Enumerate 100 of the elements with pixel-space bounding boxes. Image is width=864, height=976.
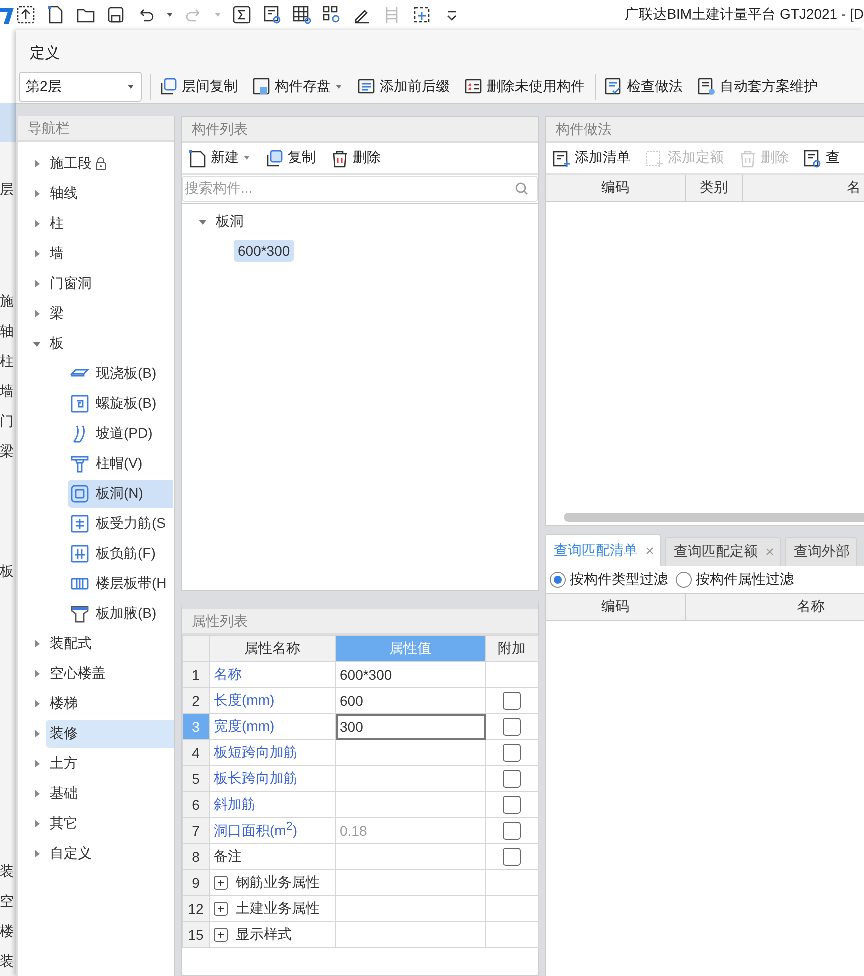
tree-node[interactable]: 600*300 <box>234 240 294 262</box>
expand-arrow-icon[interactable] <box>32 729 42 739</box>
checkbox[interactable] <box>503 692 521 710</box>
nav-item[interactable]: 板负筋(F) <box>68 540 173 568</box>
radio-button[interactable] <box>550 572 566 588</box>
radio-option[interactable]: 按构件属性过滤 <box>676 570 794 588</box>
property-name: 洞口面积(m$^{2}$) <box>210 818 336 844</box>
nav-item[interactable]: 柱帽(V) <box>68 450 173 478</box>
expand-arrow-icon[interactable] <box>32 789 42 799</box>
plus-box-icon[interactable] <box>214 902 228 916</box>
row-number: 1 <box>182 662 210 688</box>
plus-box-icon[interactable] <box>214 876 228 890</box>
toolbar-button[interactable]: 检查做法 <box>602 74 685 98</box>
toolbar-button[interactable]: 层间复制 <box>157 74 240 98</box>
toolbar-button[interactable]: 构件存盘 <box>250 74 345 98</box>
nav-item[interactable]: 其它 <box>46 810 82 838</box>
nav-item[interactable]: 板受力筋(S <box>68 510 173 538</box>
nav-item[interactable]: 柱 <box>46 210 68 238</box>
checkbox[interactable] <box>503 796 521 814</box>
nav-item[interactable]: 楼梯 <box>46 690 82 718</box>
column-header: 类别 <box>686 175 743 201</box>
nav-item[interactable]: 坡道(PD) <box>68 420 173 448</box>
close-icon[interactable] <box>766 548 774 556</box>
expand-arrow-icon[interactable] <box>32 249 42 259</box>
radio-button[interactable] <box>676 572 692 588</box>
property-value: 600*300 <box>336 662 486 688</box>
checkbox[interactable] <box>503 770 521 788</box>
new-file-icon <box>188 148 207 168</box>
nav-item[interactable]: 现浇板(B) <box>68 360 173 388</box>
expand-arrow-icon[interactable] <box>32 189 42 199</box>
expand-arrow-icon[interactable] <box>32 699 42 709</box>
square-hole-icon <box>70 484 90 504</box>
frame-plus-icon[interactable] <box>412 5 432 25</box>
grid-search-icon[interactable] <box>322 5 342 25</box>
panel-title: 属性列表 <box>192 613 248 631</box>
expand-arrow-icon[interactable] <box>32 759 42 769</box>
expand-arrow-icon[interactable] <box>32 819 42 829</box>
tab[interactable]: 查询匹配定额 <box>665 537 781 566</box>
save-icon[interactable] <box>106 5 126 25</box>
checkbox[interactable] <box>503 822 521 840</box>
nav-item[interactable]: 装配式 <box>46 630 96 658</box>
nav-item[interactable]: 板加腋(B) <box>68 600 173 628</box>
tab[interactable]: 查询外部 <box>785 537 857 566</box>
close-icon[interactable] <box>646 546 654 554</box>
nav-item[interactable]: 装修 <box>46 720 174 748</box>
expand-arrow-icon[interactable] <box>32 159 42 169</box>
toolbar-button[interactable]: 新建 <box>186 146 253 170</box>
plus-box-icon[interactable] <box>214 928 228 942</box>
caret-icon <box>243 155 251 161</box>
expand-arrow-icon[interactable] <box>32 309 42 319</box>
checkbox[interactable] <box>503 718 521 736</box>
nav-item[interactable]: 门窗洞 <box>46 270 96 298</box>
row-number: 6 <box>182 792 210 818</box>
scrollbar[interactable] <box>564 513 864 522</box>
expand-arrow-icon[interactable] <box>32 279 42 289</box>
grid-add-icon <box>645 148 664 168</box>
upload-icon[interactable] <box>16 5 36 25</box>
toolbar-button[interactable]: 添加清单 <box>550 146 633 170</box>
toolbar-button[interactable]: 查 <box>801 146 842 170</box>
property-value: 0.18 <box>336 818 486 844</box>
nav-item[interactable]: 自定义 <box>46 840 96 868</box>
expand-arrow-icon[interactable] <box>32 219 42 229</box>
value-input[interactable]: 300 <box>336 714 486 740</box>
nav-item[interactable]: 墙 <box>46 240 68 268</box>
tree-node[interactable]: 板洞 <box>212 210 248 234</box>
radio-option[interactable]: 按构件类型过滤 <box>550 570 668 588</box>
grid-search-icon[interactable] <box>292 5 312 25</box>
nav-item[interactable]: 板洞(N) <box>68 480 173 508</box>
checkbox[interactable] <box>503 744 521 762</box>
property-name: 板短跨向加筋 <box>210 740 336 766</box>
expand-arrow-icon[interactable] <box>32 669 42 679</box>
collapse-arrow-icon[interactable] <box>198 217 208 227</box>
nav-item[interactable]: 空心楼盖 <box>46 660 110 688</box>
document-gear-icon <box>697 77 716 96</box>
sigma-icon[interactable] <box>232 5 252 25</box>
nav-item[interactable]: 螺旋板(B) <box>68 390 173 418</box>
floor-dropdown[interactable]: 第2层 <box>19 72 142 102</box>
toolbar-button[interactable]: 删除未使用构件 <box>462 74 587 98</box>
column-header: 属性名称 <box>210 636 336 662</box>
toolbar-button[interactable]: 复制 <box>263 146 318 170</box>
panel-title: 构件列表 <box>192 121 248 139</box>
nav-item[interactable]: 基础 <box>46 780 82 808</box>
toolbar-button[interactable]: 自动套方案维护 <box>695 74 820 98</box>
nav-item[interactable]: 施工段 <box>46 150 111 178</box>
toolbar-button[interactable]: 添加前后缀 <box>355 74 452 98</box>
toolbar-button[interactable]: 删除 <box>328 146 383 170</box>
collapse-arrow-icon[interactable] <box>32 339 42 349</box>
column-header: 名称 <box>796 597 826 616</box>
caret-icon <box>127 84 135 90</box>
expand-arrow-icon[interactable] <box>32 639 42 649</box>
nav-item[interactable]: 梁 <box>46 300 68 328</box>
nav-item[interactable]: 土方 <box>46 750 82 778</box>
expand-arrow-icon[interactable] <box>32 849 42 859</box>
nav-item[interactable]: 楼层板带(H <box>68 570 173 598</box>
nav-item[interactable]: 板 <box>46 330 68 358</box>
checkbox[interactable] <box>503 848 521 866</box>
column-header: 属性值 <box>336 636 486 662</box>
report-search-icon[interactable] <box>262 5 282 25</box>
background-label: 层 <box>0 180 15 199</box>
nav-item[interactable]: 轴线 <box>46 180 82 208</box>
